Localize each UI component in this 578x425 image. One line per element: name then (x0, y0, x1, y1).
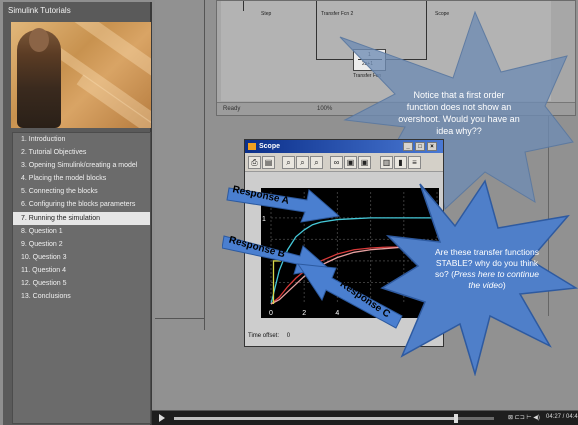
chapter-item[interactable]: 4. Placing the model blocks (13, 172, 150, 185)
model-frame-line (155, 318, 205, 319)
presenter-photo (11, 22, 151, 128)
model-frame-line (204, 0, 205, 330)
status-ready: Ready (223, 106, 241, 112)
chapter-item[interactable]: 13. Conclusions (13, 290, 150, 303)
params-icon[interactable]: ▤ (262, 156, 275, 169)
overshoot-callout-text: Notice that a first order function does … (398, 90, 520, 136)
lock-icon[interactable]: ▮ (394, 156, 407, 169)
restore-axes-icon[interactable]: ▣ (358, 156, 371, 169)
seek-handle[interactable] (453, 414, 458, 423)
timecode: 04:27 / 04:4 (546, 414, 578, 420)
zoom-y-icon[interactable]: ⌕ (310, 156, 323, 169)
seek-progress (174, 417, 456, 420)
status-zoom: 100% (317, 106, 333, 112)
chapter-item[interactable]: 2. Tutorial Objectives (13, 146, 150, 159)
time-offset-label: Time offset: (248, 333, 280, 339)
scope-title: Scope (259, 143, 281, 150)
chapter-item[interactable]: 9. Question 2 (13, 238, 150, 251)
chapter-item[interactable]: 5. Connecting the blocks (13, 185, 150, 198)
seek-bar[interactable] (174, 414, 494, 423)
save-axes-icon[interactable]: ▣ (344, 156, 357, 169)
maximize-button[interactable]: □ (415, 142, 425, 151)
x-tick-label: 0 (269, 310, 273, 317)
tutorial-sidebar: Simulink Tutorials 1. Introduction 2. Tut… (3, 2, 152, 425)
close-button[interactable]: × (427, 142, 437, 151)
chapter-list: 1. Introduction 2. Tutorial Objectives 3. … (12, 132, 151, 424)
chapter-item[interactable]: 3. Opening Simulink/creating a model (13, 159, 150, 172)
play-icon[interactable] (159, 414, 165, 422)
time-offset-value: 0 (286, 333, 291, 339)
scope-titlebar[interactable]: Scope _ □ × (245, 140, 443, 153)
signal-selector-icon[interactable]: ≡ (408, 156, 421, 169)
zoom-x-icon[interactable]: ⌕ (296, 156, 309, 169)
minimize-button[interactable]: _ (403, 142, 413, 151)
media-icons[interactable]: ⊠ ⊏⊐ ⊢ ◀) (508, 414, 540, 421)
scope-app-icon (248, 143, 256, 150)
chapter-item[interactable]: 6. Configuring the blocks parameters (13, 198, 150, 211)
chapter-item[interactable]: 11. Question 4 (13, 264, 150, 277)
chapter-item[interactable]: 8. Question 1 (13, 225, 150, 238)
binoculars-icon[interactable]: ∞ (330, 156, 343, 169)
floating-scope-icon[interactable]: ▥ (380, 156, 393, 169)
chapter-item[interactable]: 12. Question 5 (13, 277, 150, 290)
chapter-item[interactable]: 7. Running the simulation (13, 211, 150, 225)
sidebar-title: Simulink Tutorials (8, 6, 71, 15)
time-offset: Time offset: 0 (248, 333, 290, 339)
zoom-in-icon[interactable]: ⌕ (282, 156, 295, 169)
print-icon[interactable]: ⎙ (248, 156, 261, 169)
chapter-item[interactable]: 10. Question 3 (13, 251, 150, 264)
media-controls: ⊠ ⊏⊐ ⊢ ◀) 04:27 / 04:4 (152, 410, 578, 425)
stability-callout-text[interactable]: Are these transfer functions STABLE? why… (428, 247, 546, 291)
continue-video-link[interactable]: Press here to continue the video (454, 269, 539, 290)
scope-toolbar: ⎙ ▤ ⌕ ⌕ ⌕ ∞ ▣ ▣ ▥ ▮ ≡ (245, 153, 443, 172)
step-block-label: Step (261, 11, 272, 17)
chapter-item[interactable]: 1. Introduction (13, 133, 150, 146)
